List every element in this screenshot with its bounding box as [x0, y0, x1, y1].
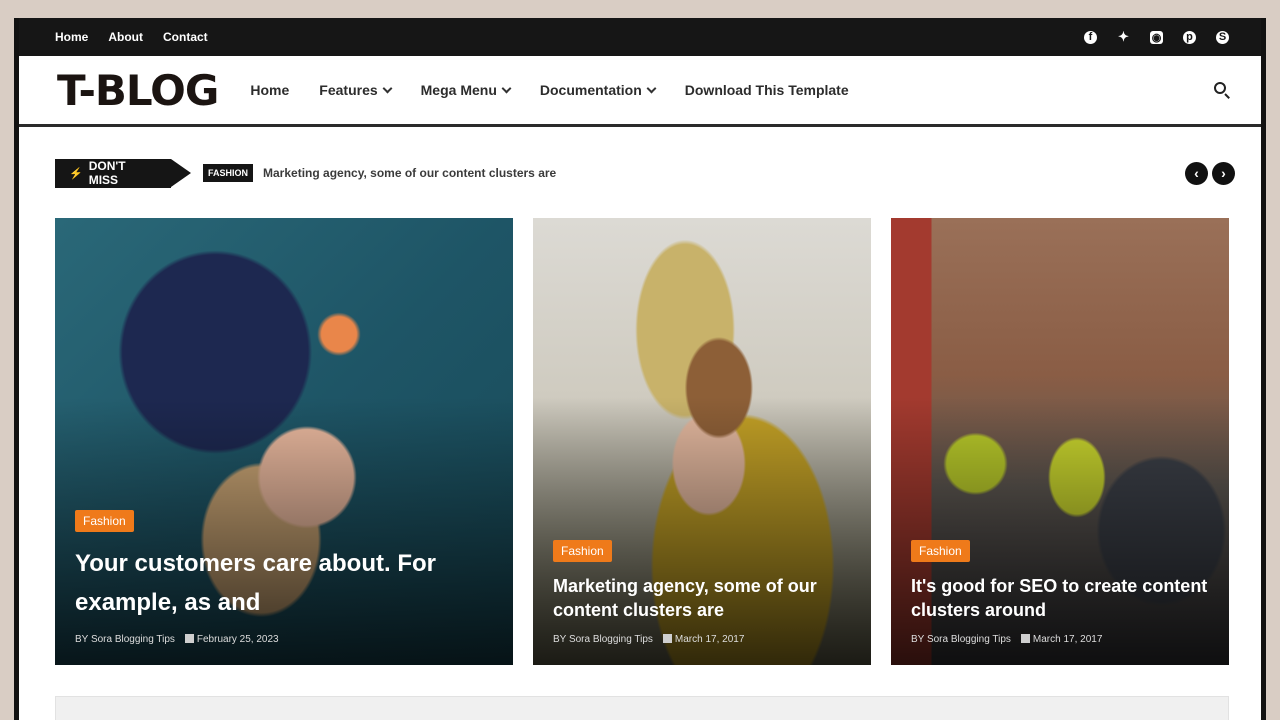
- post-date-wrap: February 25, 2023: [184, 634, 279, 645]
- nav-features[interactable]: Features: [319, 82, 393, 98]
- facebook-icon[interactable]: f: [1084, 30, 1097, 44]
- top-nav-contact[interactable]: Contact: [163, 30, 208, 44]
- dont-miss-label: ⚡ DON'T MISS: [55, 158, 191, 188]
- ticker-controls: ‹ ›: [1185, 161, 1235, 185]
- post-content: Fashion Your customers care about. For e…: [75, 510, 493, 645]
- post-meta: BY Sora Blogging Tips March 17, 2017: [553, 634, 851, 645]
- news-ticker: ⚡ DON'T MISS FASHION Marketing agency, s…: [55, 158, 1235, 188]
- post-date-wrap: March 17, 2017: [662, 634, 745, 645]
- ticker-category-badge[interactable]: FASHION: [203, 164, 254, 182]
- nav-home-label: Home: [250, 82, 290, 98]
- category-badge[interactable]: Fashion: [75, 510, 134, 532]
- nav-documentation[interactable]: Documentation: [539, 82, 657, 98]
- dont-miss-text: DON'T MISS: [88, 159, 126, 187]
- chevron-down-icon: [501, 83, 512, 93]
- post-date: March 17, 2017: [674, 634, 745, 645]
- social-links: f ✦ ◉ p S: [1084, 29, 1229, 44]
- content-section: [55, 696, 1229, 720]
- chevron-right-icon[interactable]: ›: [1212, 161, 1235, 185]
- bolt-icon: ⚡: [69, 167, 83, 180]
- main-nav: Home Features Mega Menu Documentation Do…: [250, 82, 1213, 98]
- calendar-icon: [1020, 634, 1030, 643]
- post-author: BY Sora Blogging Tips: [553, 634, 653, 645]
- post-content: Fashion Marketing agency, some of our co…: [553, 540, 851, 645]
- top-nav: Home About Contact: [55, 30, 208, 44]
- calendar-icon: [184, 634, 194, 643]
- chevron-left-icon[interactable]: ‹: [1185, 161, 1208, 185]
- featured-post-2[interactable]: Fashion Marketing agency, some of our co…: [533, 218, 871, 665]
- category-badge[interactable]: Fashion: [911, 540, 970, 562]
- post-meta: BY Sora Blogging Tips February 25, 2023: [75, 634, 493, 645]
- post-meta: BY Sora Blogging Tips March 17, 2017: [911, 634, 1209, 645]
- top-bar: Home About Contact f ✦ ◉ p S: [19, 18, 1261, 56]
- featured-post-1[interactable]: Fashion Your customers care about. For e…: [55, 218, 513, 665]
- browser-page: Home About Contact f ✦ ◉ p S T-BLOG Home…: [14, 18, 1266, 720]
- post-author: BY Sora Blogging Tips: [911, 634, 1011, 645]
- site-header: T-BLOG Home Features Mega Menu Documenta…: [19, 56, 1261, 127]
- top-nav-home[interactable]: Home: [55, 30, 88, 44]
- post-title[interactable]: Your customers care about. For example, …: [75, 544, 493, 622]
- skype-icon[interactable]: S: [1216, 30, 1229, 44]
- twitter-icon[interactable]: ✦: [1117, 29, 1130, 44]
- nav-features-label: Features: [319, 82, 378, 98]
- chevron-down-icon: [646, 83, 657, 93]
- top-nav-about[interactable]: About: [108, 30, 143, 44]
- ticker-headline[interactable]: Marketing agency, some of our content cl…: [263, 166, 556, 180]
- category-badge[interactable]: Fashion: [553, 540, 612, 562]
- nav-documentation-label: Documentation: [539, 82, 642, 98]
- featured-post-3[interactable]: Fashion It's good for SEO to create cont…: [891, 218, 1229, 665]
- post-date-wrap: March 17, 2017: [1020, 634, 1103, 645]
- nav-download-template[interactable]: Download This Template: [685, 82, 849, 98]
- nav-download-label: Download This Template: [684, 82, 849, 98]
- nav-mega-menu[interactable]: Mega Menu: [420, 82, 512, 98]
- post-title[interactable]: Marketing agency, some of our content cl…: [553, 574, 851, 622]
- post-title[interactable]: It's good for SEO to create content clus…: [911, 574, 1209, 622]
- post-author: BY Sora Blogging Tips: [75, 634, 175, 645]
- pinterest-icon[interactable]: p: [1183, 30, 1196, 44]
- search-icon[interactable]: [1213, 81, 1231, 99]
- site-logo[interactable]: T-BLOG: [57, 66, 219, 115]
- post-content: Fashion It's good for SEO to create cont…: [911, 540, 1209, 645]
- calendar-icon: [662, 634, 672, 643]
- chevron-down-icon: [382, 83, 393, 93]
- nav-mega-menu-label: Mega Menu: [420, 82, 497, 98]
- post-date: March 17, 2017: [1032, 634, 1103, 645]
- instagram-icon[interactable]: ◉: [1150, 30, 1163, 44]
- post-date: February 25, 2023: [196, 634, 279, 645]
- nav-home[interactable]: Home: [250, 82, 289, 98]
